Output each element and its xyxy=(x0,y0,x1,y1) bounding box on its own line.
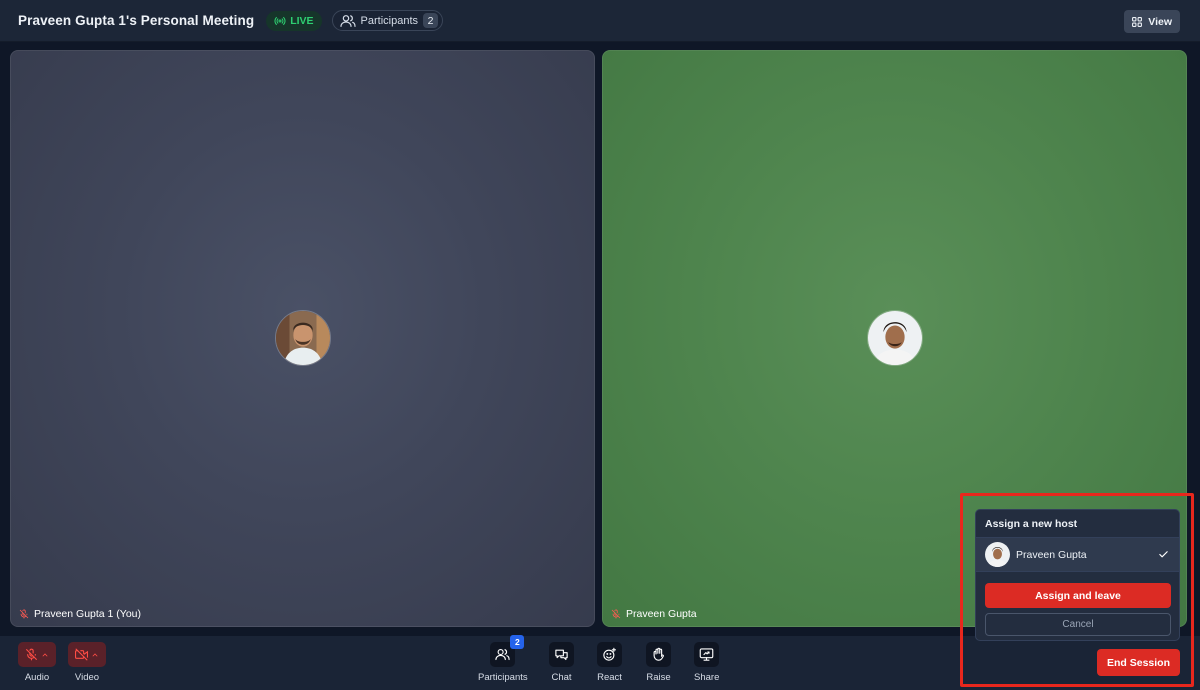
react-control[interactable]: React xyxy=(597,642,622,683)
avatar xyxy=(275,310,331,366)
mic-off-icon xyxy=(26,648,37,661)
share-screen-icon xyxy=(699,648,714,661)
chat-control[interactable]: Chat xyxy=(549,642,574,683)
participants-count-badge: 2 xyxy=(510,635,525,649)
mic-off-icon xyxy=(19,609,29,619)
video-tile-self[interactable]: Praveen Gupta 1 (You) xyxy=(10,50,595,627)
host-option-name: Praveen Gupta xyxy=(1016,548,1087,561)
participants-pill[interactable]: Participants 2 xyxy=(331,10,444,31)
share-screen-button[interactable] xyxy=(694,642,720,667)
broadcast-icon xyxy=(274,16,286,25)
chevron-up-icon[interactable] xyxy=(41,651,49,659)
meeting-app: Praveen Gupta 1's Personal Meeting LIVE … xyxy=(0,0,1200,690)
bottom-toolbar: Audio Video 2 Participants Chat React Ra… xyxy=(0,635,1200,690)
participant-name: Praveen Gupta 1 (You) xyxy=(34,608,142,620)
audio-control[interactable]: Audio xyxy=(18,642,56,683)
share-control[interactable]: Share xyxy=(694,642,719,683)
participants-control[interactable]: 2 Participants xyxy=(478,635,528,683)
view-button[interactable]: View xyxy=(1124,10,1180,33)
avatar xyxy=(867,310,923,366)
video-button[interactable] xyxy=(68,642,106,667)
share-label: Share xyxy=(694,672,720,683)
live-badge: LIVE xyxy=(266,10,322,31)
assign-host-title: Assign a new host xyxy=(976,510,1179,538)
users-icon xyxy=(495,648,510,661)
participants-button[interactable]: 2 xyxy=(490,635,525,667)
chat-label: Chat xyxy=(551,672,572,683)
assign-and-leave-button[interactable]: Assign and leave xyxy=(985,583,1171,608)
participant-name-tag: Praveen Gupta xyxy=(611,608,697,620)
grid-icon xyxy=(1132,16,1143,27)
raise-label: Raise xyxy=(646,672,671,683)
react-button[interactable] xyxy=(597,642,622,667)
users-icon xyxy=(339,14,356,27)
top-bar: Praveen Gupta 1's Personal Meeting LIVE … xyxy=(0,0,1200,42)
chat-button[interactable] xyxy=(549,642,574,667)
view-button-label: View xyxy=(1148,15,1172,28)
react-label: React xyxy=(597,672,622,683)
chevron-up-icon[interactable] xyxy=(91,651,99,659)
participants-pill-label: Participants xyxy=(360,14,419,27)
raise-control[interactable]: Raise xyxy=(646,642,671,683)
host-option[interactable]: Praveen Gupta xyxy=(976,538,1179,572)
video-label: Video xyxy=(74,672,100,683)
mic-off-icon xyxy=(611,609,621,619)
meeting-title: Praveen Gupta 1's Personal Meeting xyxy=(18,13,255,28)
live-label: LIVE xyxy=(290,14,314,27)
video-off-icon xyxy=(75,648,88,661)
participants-count: 2 xyxy=(423,13,439,28)
cancel-button[interactable]: Cancel xyxy=(985,613,1171,636)
chat-icon xyxy=(555,649,568,661)
audio-label: Audio xyxy=(24,672,50,683)
raise-hand-button[interactable] xyxy=(646,642,671,667)
end-session-button[interactable]: End Session xyxy=(1097,649,1180,676)
avatar xyxy=(985,542,1010,567)
participant-name: Praveen Gupta xyxy=(626,608,697,620)
assign-host-panel: Assign a new host Praveen Gupta Assign a… xyxy=(975,509,1180,641)
check-icon xyxy=(1159,551,1168,558)
audio-button[interactable] xyxy=(18,642,56,667)
emoji-icon xyxy=(603,647,616,661)
participant-name-tag: Praveen Gupta 1 (You) xyxy=(19,608,141,620)
video-control[interactable]: Video xyxy=(68,642,106,683)
hand-icon xyxy=(653,647,664,661)
participants-label: Participants xyxy=(478,672,528,683)
